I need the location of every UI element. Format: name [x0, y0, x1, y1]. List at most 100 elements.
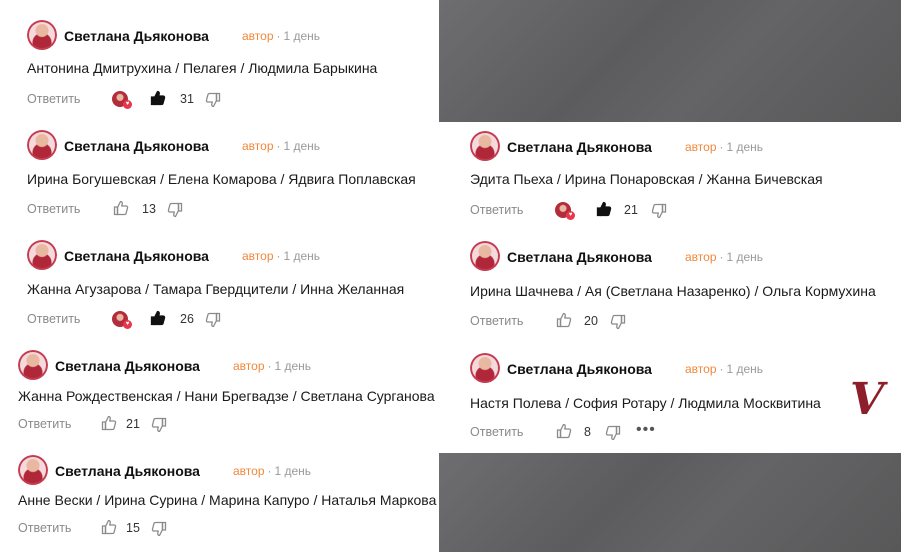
thumbs-up-icon[interactable] — [150, 90, 166, 106]
more-options-button[interactable]: ••• — [636, 421, 656, 439]
thumbs-down-icon[interactable] — [651, 203, 667, 219]
comment: Светлана Дьяконова автор · 1 день Анне Вес… — [18, 455, 448, 555]
comment: Светлана Дьяконова автор · 1 день Ирина Ша… — [470, 241, 900, 341]
thumbs-up-icon[interactable] — [101, 415, 117, 431]
comment-time: 1 день — [274, 464, 312, 478]
liker-avatar[interactable]: ♥ — [555, 202, 575, 220]
thumbs-down-icon[interactable] — [151, 521, 167, 537]
thumbs-up-icon[interactable] — [556, 312, 572, 328]
thumbs-up-icon[interactable] — [113, 200, 129, 216]
reply-button[interactable]: Ответить — [470, 425, 523, 439]
like-count: 21 — [126, 417, 140, 431]
signature-mark: V — [850, 374, 885, 425]
reply-button[interactable]: Ответить — [18, 521, 71, 535]
reply-button[interactable]: Ответить — [27, 312, 80, 326]
heart-icon: ♥ — [123, 100, 132, 109]
thumbs-down-icon[interactable] — [151, 417, 167, 433]
author-badge: автор — [242, 139, 274, 153]
comment-text: Анне Вески / Ирина Сурина / Марина Капур… — [18, 492, 437, 508]
avatar[interactable] — [27, 130, 57, 160]
avatar[interactable] — [470, 131, 500, 161]
like-count: 15 — [126, 521, 140, 535]
comment-time: 1 день — [283, 139, 321, 153]
comment-meta: автор · 1 день — [233, 464, 311, 478]
comment: Светлана Дьяконова автор · 1 день Жанна Аг… — [27, 240, 457, 340]
like-count: 8 — [584, 425, 591, 439]
comment-meta: автор · 1 день — [685, 250, 763, 264]
author-name[interactable]: Светлана Дьяконова — [55, 358, 200, 374]
like-count: 21 — [624, 203, 638, 217]
thumbs-up-icon[interactable] — [101, 519, 117, 535]
heart-icon: ♥ — [566, 211, 575, 220]
author-badge: автор — [685, 140, 717, 154]
comment-text: Жанна Рождественская / Нани Брегвадзе / … — [18, 388, 435, 404]
comment-time: 1 день — [726, 140, 764, 154]
avatar[interactable] — [27, 20, 57, 50]
separator-dot: · — [719, 140, 724, 154]
author-badge: автор — [685, 250, 717, 264]
thumbs-down-icon[interactable] — [605, 425, 621, 441]
reply-button[interactable]: Ответить — [470, 203, 523, 217]
author-name[interactable]: Светлана Дьяконова — [64, 28, 209, 44]
background-panel-top — [439, 0, 901, 122]
thumbs-up-icon[interactable] — [150, 310, 166, 326]
comment-meta: автор · 1 день — [685, 362, 763, 376]
avatar[interactable] — [470, 353, 500, 383]
comment-text: Настя Полева / София Ротару / Людмила Мо… — [470, 395, 821, 411]
thumbs-up-icon[interactable] — [596, 201, 612, 217]
comment-meta: автор · 1 день — [685, 140, 763, 154]
reply-button[interactable]: Ответить — [470, 314, 523, 328]
author-badge: автор — [233, 464, 265, 478]
author-name[interactable]: Светлана Дьяконова — [64, 138, 209, 154]
separator-dot: · — [267, 359, 272, 373]
comment-text: Жанна Агузарова / Тамара Гвердцители / И… — [27, 281, 405, 297]
comment-meta: автор · 1 день — [242, 29, 320, 43]
separator-dot: · — [719, 362, 724, 376]
avatar[interactable] — [18, 350, 48, 380]
avatar[interactable] — [27, 240, 57, 270]
author-badge: автор — [233, 359, 265, 373]
reply-button[interactable]: Ответить — [27, 202, 80, 216]
separator-dot: · — [276, 249, 281, 263]
comment-time: 1 день — [283, 29, 321, 43]
separator-dot: · — [719, 250, 724, 264]
comment-meta: автор · 1 день — [242, 249, 320, 263]
thumbs-up-icon[interactable] — [556, 423, 572, 439]
heart-icon: ♥ — [123, 320, 132, 329]
author-name[interactable]: Светлана Дьяконова — [507, 249, 652, 265]
separator-dot: · — [276, 139, 281, 153]
comment-text: Ирина Богушевская / Елена Комарова / Ядв… — [27, 171, 416, 187]
liker-avatar[interactable]: ♥ — [112, 91, 132, 109]
author-badge: автор — [242, 249, 274, 263]
thumbs-down-icon[interactable] — [167, 202, 183, 218]
thumbs-down-icon[interactable] — [205, 312, 221, 328]
comment-text: Антонина Дмитрухина / Пелагея / Людмила … — [27, 60, 378, 76]
comment: Светлана Дьяконова автор · 1 день Ирина Бо… — [27, 130, 457, 230]
like-count: 31 — [180, 92, 194, 106]
author-name[interactable]: Светлана Дьяконова — [507, 361, 652, 377]
thumbs-down-icon[interactable] — [610, 314, 626, 330]
reply-button[interactable]: Ответить — [27, 92, 80, 106]
comment-text: Эдита Пьеха / Ирина Понаровская / Жанна … — [470, 171, 823, 187]
comment-time: 1 день — [726, 250, 764, 264]
comment-time: 1 день — [274, 359, 312, 373]
comment: Светлана Дьяконова автор · 1 день Настя По… — [470, 353, 900, 453]
comment-time: 1 день — [283, 249, 321, 263]
avatar[interactable] — [470, 241, 500, 271]
thumbs-down-icon[interactable] — [205, 92, 221, 108]
comment-meta: автор · 1 день — [242, 139, 320, 153]
author-name[interactable]: Светлана Дьяконова — [55, 463, 200, 479]
comment: Светлана Дьяконова автор · 1 день Антонина… — [27, 20, 457, 120]
author-badge: автор — [685, 362, 717, 376]
avatar[interactable] — [18, 455, 48, 485]
like-count: 13 — [142, 202, 156, 216]
reply-button[interactable]: Ответить — [18, 417, 71, 431]
author-name[interactable]: Светлана Дьяконова — [64, 248, 209, 264]
separator-dot: · — [267, 464, 272, 478]
author-badge: автор — [242, 29, 274, 43]
author-name[interactable]: Светлана Дьяконова — [507, 139, 652, 155]
liker-avatar[interactable]: ♥ — [112, 311, 132, 329]
separator-dot: · — [276, 29, 281, 43]
comment-meta: автор · 1 день — [233, 359, 311, 373]
like-count: 26 — [180, 312, 194, 326]
